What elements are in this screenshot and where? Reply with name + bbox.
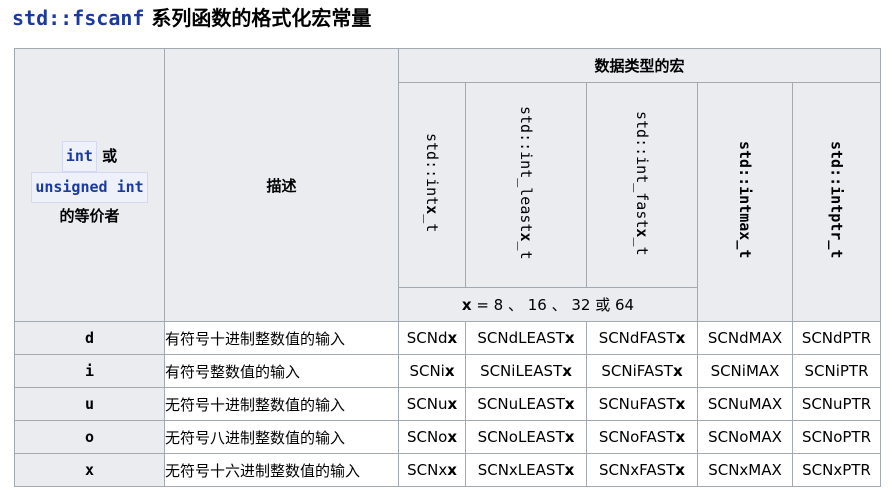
- x-values-note: x = 8 、 16 、 32 或 64: [398, 287, 698, 322]
- macro-cell: SCNdFASTx: [586, 321, 698, 355]
- macro-cell: SCNux: [398, 387, 466, 421]
- equiv-label: 的等价者: [59, 206, 120, 225]
- table-row: i 有符号整数值的输入 SCNix SCNiLEASTx SCNiFASTx S…: [14, 354, 881, 388]
- unsigned-int-code: unsigned int: [31, 171, 148, 203]
- page-title: std::fscanf 系列函数的格式化宏常量: [12, 2, 371, 34]
- header-equivalent: int 或 unsigned int 的等价者: [14, 48, 165, 322]
- specifier: d: [14, 321, 165, 355]
- macro-cell: SCNxMAX: [697, 453, 793, 487]
- macro-cell: SCNuPTR: [792, 387, 881, 421]
- macro-cell: SCNoPTR: [792, 420, 881, 454]
- title-text: 系列函数的格式化宏常量: [144, 6, 372, 30]
- or-label: 或: [96, 146, 118, 165]
- header-description: 描述: [164, 48, 399, 322]
- macro-cell: SCNiLEASTx: [465, 354, 587, 388]
- macro-cell: SCNix: [398, 354, 466, 388]
- macro-cell: SCNox: [398, 420, 466, 454]
- description: 有符号十进制整数值的输入: [164, 321, 399, 355]
- table-row: o 无符号八进制整数值的输入 SCNox SCNoLEASTx SCNoFAST…: [14, 420, 881, 454]
- header-int-x-t: std::intx_t: [398, 82, 466, 288]
- header-type-macros: 数据类型的宏: [398, 48, 881, 83]
- specifier: i: [14, 354, 165, 388]
- header-int-fast-x-t: std::int_fastx_t: [586, 82, 698, 288]
- macro-cell: SCNxx: [398, 453, 466, 487]
- macro-cell: SCNiPTR: [792, 354, 881, 388]
- table-row: x 无符号十六进制整数值的输入 SCNxx SCNxLEASTx SCNxFAS…: [14, 453, 881, 487]
- table-row: d 有符号十进制整数值的输入 SCNdx SCNdLEASTx SCNdFAST…: [14, 321, 881, 355]
- macro-cell: SCNiFASTx: [586, 354, 698, 388]
- description: 无符号十进制整数值的输入: [164, 387, 399, 421]
- macro-cell: SCNiMAX: [697, 354, 793, 388]
- header-int-least-x-t: std::int_leastx_t: [465, 82, 587, 288]
- specifier: x: [14, 453, 165, 487]
- macro-cell: SCNdx: [398, 321, 466, 355]
- header-intptr-t: std::intptr_t: [792, 82, 881, 322]
- description: 无符号八进制整数值的输入: [164, 420, 399, 454]
- macro-cell: SCNuLEASTx: [465, 387, 587, 421]
- macro-cell: SCNdLEASTx: [465, 321, 587, 355]
- description: 无符号十六进制整数值的输入: [164, 453, 399, 487]
- specifier: u: [14, 387, 165, 421]
- table-row: u 无符号十进制整数值的输入 SCNux SCNuLEASTx SCNuFAST…: [14, 387, 881, 421]
- format-macro-table: int 或 unsigned int 的等价者 描述 数据类型的宏 std::i…: [14, 48, 881, 487]
- description: 有符号整数值的输入: [164, 354, 399, 388]
- macro-cell: SCNdPTR: [792, 321, 881, 355]
- macro-cell: SCNxFASTx: [586, 453, 698, 487]
- macro-cell: SCNuMAX: [697, 387, 793, 421]
- macro-cell: SCNoMAX: [697, 420, 793, 454]
- macro-cell: SCNoLEASTx: [465, 420, 587, 454]
- function-name: std::fscanf: [12, 6, 145, 30]
- macro-cell: SCNuFASTx: [586, 387, 698, 421]
- macro-cell: SCNxLEASTx: [465, 453, 587, 487]
- specifier: o: [14, 420, 165, 454]
- macro-cell: SCNxPTR: [792, 453, 881, 487]
- header-intmax-t: std::intmax_t: [697, 82, 793, 322]
- macro-cell: SCNoFASTx: [586, 420, 698, 454]
- macro-cell: SCNdMAX: [697, 321, 793, 355]
- int-code: int: [61, 140, 97, 172]
